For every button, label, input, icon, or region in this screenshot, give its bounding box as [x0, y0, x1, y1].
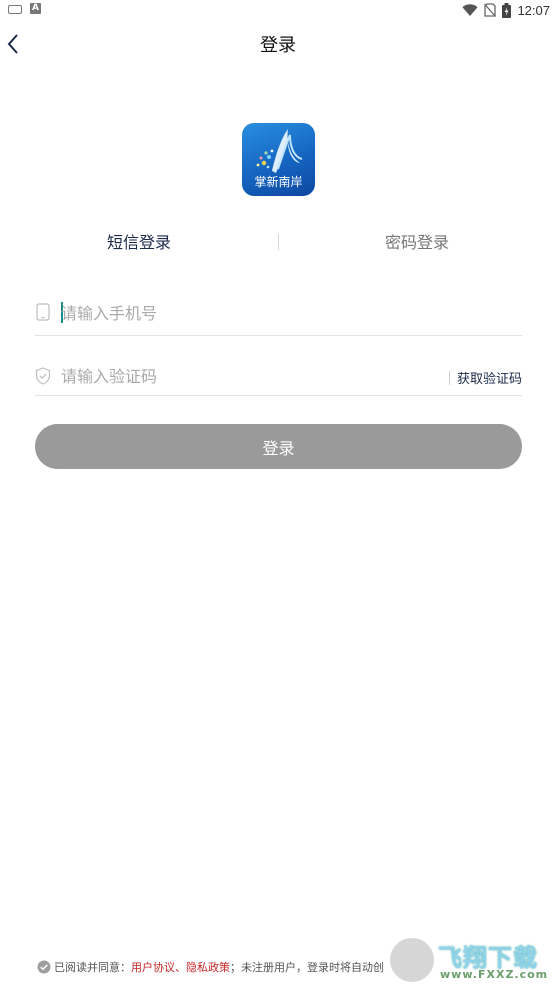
agree-check-icon[interactable]	[37, 960, 51, 974]
status-bar-right: 12:07	[462, 0, 550, 20]
phone-field	[35, 293, 522, 336]
user-agreement-link[interactable]: 用户协议	[131, 959, 175, 975]
phone-icon	[36, 303, 50, 321]
keyboard-icon	[8, 5, 22, 14]
watermark: 飞翔下载 www.FXXZ.com	[388, 934, 548, 986]
login-button[interactable]: 登录	[35, 424, 522, 469]
status-time: 12:07	[517, 2, 550, 18]
status-bar-left: A	[8, 3, 41, 14]
notification-icon: A	[30, 3, 41, 14]
status-bar: A 12:07	[0, 0, 556, 20]
tab-sms-login[interactable]: 短信登录	[0, 228, 278, 258]
app-logo: 掌新南岸	[242, 123, 315, 196]
tab-password-login[interactable]: 密码登录	[278, 228, 556, 258]
code-separator	[449, 371, 450, 385]
agreement-row: 已阅读并同意： 用户协议 、 隐私政策 ；未注册用户，登录时将自动创	[37, 958, 384, 976]
agreement-separator: 、	[175, 961, 186, 974]
shield-check-icon	[35, 367, 51, 385]
battery-icon	[502, 2, 512, 18]
code-field: 获取验证码	[35, 358, 522, 396]
phone-input[interactable]	[61, 297, 501, 329]
code-input[interactable]	[61, 360, 421, 392]
agreement-suffix: ；未注册用户，登录时将自动创	[230, 961, 384, 974]
privacy-policy-link[interactable]: 隐私政策	[186, 959, 230, 975]
logo-text: 掌新南岸	[254, 175, 303, 189]
page-title: 登录	[260, 35, 296, 56]
wifi-icon	[462, 3, 478, 16]
no-sim-icon	[484, 3, 497, 17]
get-code-button[interactable]: 获取验证码	[457, 368, 522, 387]
watermark-logo-icon	[390, 938, 434, 982]
login-tabs: 短信登录 密码登录	[0, 228, 556, 258]
watermark-url: www.FXXZ.com	[440, 968, 549, 981]
agreement-prefix: 已阅读并同意：	[54, 961, 131, 974]
